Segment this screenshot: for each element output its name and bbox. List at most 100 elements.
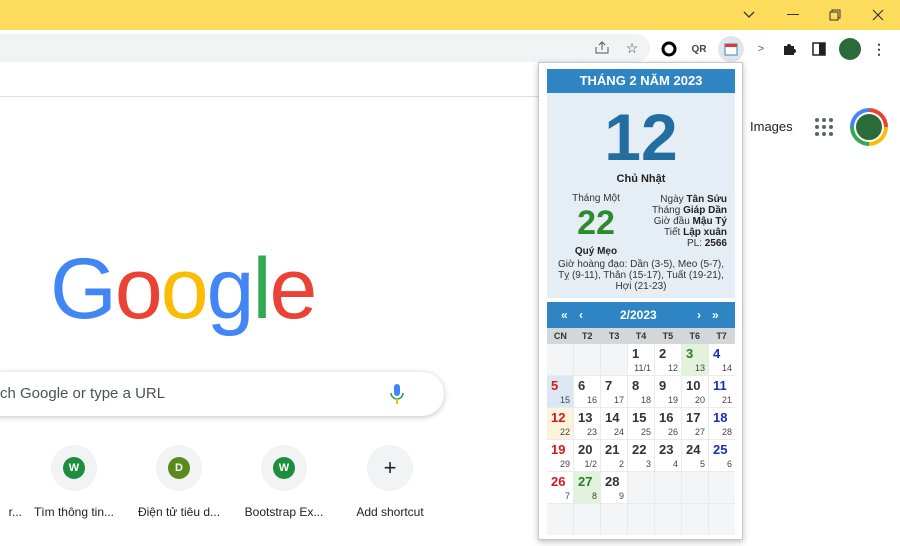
address-bar[interactable]: ☆	[0, 34, 650, 62]
lunar-date: 16	[586, 395, 597, 405]
logo-letter: e	[269, 241, 318, 337]
lunar-date: 17	[613, 395, 624, 405]
title-bar	[0, 0, 900, 30]
calendar-widget: THÁNG 2 NĂM 2023 12 Chủ Nhật Tháng Một 2…	[547, 69, 735, 535]
solar-date: 23	[659, 442, 674, 457]
solar-date: 15	[632, 410, 647, 425]
circle-ext-icon[interactable]	[657, 37, 681, 61]
browser-toolbar: ☆ QR > ⋮	[0, 30, 900, 68]
solar-date: 8	[632, 378, 640, 393]
profile-avatar[interactable]	[839, 38, 861, 60]
calendar-day-cell[interactable]: 28 9	[601, 472, 627, 503]
calendar-day-cell[interactable]: 23 4	[655, 440, 681, 471]
calendar-day-cell[interactable]: 19 29	[547, 440, 573, 471]
solar-date: 22	[632, 442, 647, 457]
prev-month-button[interactable]: ‹	[579, 308, 583, 322]
menu-kebab-icon[interactable]: ⋮	[867, 37, 891, 61]
prev-year-button[interactable]: «	[561, 308, 568, 322]
solar-date: 9	[659, 378, 667, 393]
lunar-date: 25	[640, 427, 651, 437]
search-input[interactable]: ch Google or type a URL	[0, 372, 444, 416]
solar-date: 16	[659, 410, 674, 425]
sidepanel-icon[interactable]	[807, 37, 831, 61]
microphone-icon[interactable]	[390, 383, 404, 405]
calendar-empty-cell	[709, 472, 735, 503]
minimize-icon[interactable]	[773, 3, 813, 27]
calendar-day-cell[interactable]: 8 18	[628, 376, 654, 407]
calendar-popup: THÁNG 2 NĂM 2023 12 Chủ Nhật Tháng Một 2…	[538, 62, 743, 540]
good-hours-text: Giờ hoàng đạo: Dần (3-5), Meo (5-7), Tỵ …	[557, 259, 725, 292]
weekday-header: T7	[716, 331, 727, 341]
detail-row: Ngày Tân Sửu	[660, 194, 727, 205]
calendar-day-cell[interactable]: 16 26	[655, 408, 681, 439]
solar-date: 18	[713, 410, 728, 425]
weekday-header-row: CN T2 T3 T4 T5 T6 T7	[547, 328, 735, 344]
solar-date: 1	[632, 346, 640, 361]
calendar-day-cell[interactable]: 5 15	[547, 376, 573, 407]
lunar-date: 11/1	[634, 363, 651, 373]
calendar-day-cell[interactable]: 27 8	[574, 472, 600, 503]
extensions-puzzle-icon[interactable]	[777, 37, 801, 61]
weekday-header: T5	[662, 331, 674, 341]
calendar-day-cell[interactable]: 18 28	[709, 408, 735, 439]
shortcut-label: Tìm thông tin...	[33, 505, 115, 519]
header-divider	[0, 96, 540, 97]
calendar-day-cell[interactable]: 1 11/1	[628, 344, 654, 375]
shortcut-tile[interactable]: W Tìm thông tin...	[18, 445, 130, 519]
images-link[interactable]: Images	[750, 119, 793, 134]
calendar-day-cell[interactable]: 9 19	[655, 376, 681, 407]
detail-row: Tiết Lập xuân	[664, 227, 727, 238]
calendar-day-cell[interactable]: 212	[655, 344, 681, 375]
calendar-empty-cell	[601, 504, 627, 535]
shortcut-label: Bootstrap Ex...	[244, 505, 324, 519]
star-icon[interactable]: ☆	[620, 36, 644, 60]
calendar-day-cell[interactable]: 22 3	[628, 440, 654, 471]
calendar-day-cell[interactable]: 7 17	[601, 376, 627, 407]
next-month-button[interactable]: ›	[697, 308, 701, 322]
calendar-day-cell[interactable]: 14 24	[601, 408, 627, 439]
calendar-empty-cell	[574, 344, 600, 375]
shortcut-tile[interactable]: W Bootstrap Ex...	[228, 445, 340, 519]
add-shortcut-button[interactable]: + Add shortcut	[334, 445, 446, 519]
calendar-day-cell[interactable]: 212	[601, 440, 627, 471]
calendar-day-cell[interactable]: 12 22	[547, 408, 573, 439]
chevron-down-icon[interactable]	[729, 3, 769, 27]
shortcut-icon-container: D	[156, 445, 202, 491]
calendar-day-cell[interactable]: 26 7	[547, 472, 573, 503]
lunar-date: 28	[721, 427, 732, 437]
code-ext-icon[interactable]: >	[749, 37, 773, 61]
next-year-button[interactable]: »	[712, 308, 719, 322]
solar-date: 26	[551, 474, 566, 489]
calendar-empty-cell	[628, 472, 654, 503]
account-avatar[interactable]	[850, 108, 888, 146]
calendar-day-cell[interactable]: 6 16	[574, 376, 600, 407]
solar-date: 19	[551, 442, 566, 457]
weekday-header: T4	[635, 331, 647, 341]
shortcut-tile[interactable]: D Điện tử tiêu d...	[123, 445, 235, 519]
calendar-day-cell[interactable]: 13 23	[574, 408, 600, 439]
shortcut-icon-container: W	[51, 445, 97, 491]
month-grid: 1 11/1 2 12 3 13 4 14 5 15 6 16 7 17 8 18 9 19 10 20 11 21 12 2…	[547, 344, 735, 535]
calendar-day-cell[interactable]: 15 25	[628, 408, 654, 439]
calendar-day-cell[interactable]: 17 27	[682, 408, 708, 439]
logo-letter: o	[160, 241, 209, 337]
detail-row: PL: 2566	[686, 238, 727, 249]
solar-date: 20	[578, 442, 593, 457]
close-icon[interactable]	[858, 3, 898, 27]
calendar-ext-icon[interactable]	[718, 36, 744, 62]
calendar-day-cell[interactable]: 20 1/2	[574, 440, 600, 471]
calendar-day-cell[interactable]: 3 13	[682, 344, 708, 375]
share-icon[interactable]	[590, 36, 614, 60]
plus-icon: +	[383, 455, 397, 480]
qr-ext-icon[interactable]: QR	[687, 37, 711, 61]
calendar-day-cell[interactable]: 24 5	[682, 440, 708, 471]
calendar-day-cell[interactable]: 10 20	[682, 376, 708, 407]
calendar-day-cell[interactable]: 4 14	[709, 344, 735, 375]
calendar-empty-cell	[655, 504, 681, 535]
calendar-header: THÁNG 2 NĂM 2023	[547, 69, 735, 93]
maximize-icon[interactable]	[815, 3, 855, 27]
calendar-day-cell[interactable]: 25 6	[709, 440, 735, 471]
apps-grid-icon[interactable]	[815, 118, 833, 136]
lunar-year-label: Quý Mẹo	[574, 246, 618, 257]
calendar-day-cell[interactable]: 11 21	[709, 376, 735, 407]
